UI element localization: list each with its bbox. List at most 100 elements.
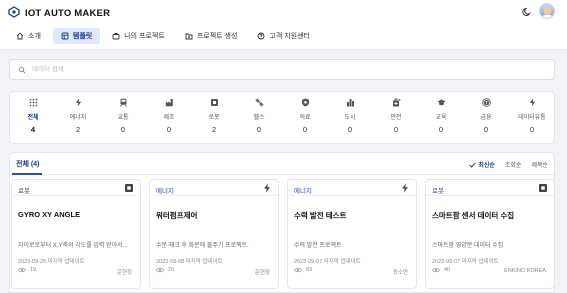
template-card[interactable]: 에너지 수력 발전 테스트 수력 발전 프로젝트 2023-09-07 마지막 … [287, 179, 417, 289]
shield-icon [301, 98, 310, 107]
category-data-distribution[interactable]: 데이터유통 0 [512, 98, 552, 134]
card-description: 스마트팜 영양분 데이터 수집 [432, 243, 504, 249]
category-label: 의료 [299, 115, 311, 121]
graduation-icon [437, 98, 446, 107]
category-medical[interactable]: 의료 0 [285, 98, 325, 134]
view-count: 83 [306, 267, 313, 273]
category-label: 도시 [344, 115, 356, 121]
card-views: 20 [156, 267, 174, 273]
category-robot[interactable]: 로봇 2 [194, 98, 234, 134]
city-icon [346, 98, 355, 107]
card-category: 에너지 [294, 188, 312, 195]
template-card[interactable]: 로봇 스마트팜 센서 데이터 수집 스마트팜 영양분 데이터 수집 2023-0… [425, 179, 555, 289]
category-label: 로봇 [208, 115, 220, 121]
app-title: IOT AUTO MAKER [25, 7, 111, 19]
card-views: 83 [294, 267, 312, 273]
nav-label: 고객 지원센터 [269, 33, 310, 40]
category-count: 4 [30, 125, 36, 134]
category-count: 0 [256, 125, 262, 134]
card-title: 워터펌프제어 [156, 211, 198, 220]
eye-icon [294, 267, 302, 273]
dark-mode-icon[interactable] [522, 7, 532, 17]
category-label: 에너지 [69, 115, 87, 121]
view-count: 40 [444, 267, 451, 273]
category-health[interactable]: 헬스 0 [239, 98, 279, 134]
category-count: 0 [166, 125, 172, 134]
chip-icon [210, 98, 219, 107]
card-title: 스마트팜 센서 데이터 수집 [432, 211, 515, 220]
chip-icon [124, 183, 134, 193]
card-title: GYRO XY ANGLE [18, 210, 81, 219]
sort-views[interactable]: 조회순 [505, 160, 522, 169]
category-finance[interactable]: 금융 0 [466, 98, 506, 134]
card-description: 수분 체크 후 화분에 물주기 프로젝트. [156, 243, 249, 249]
search-icon [18, 66, 26, 73]
dumbbell-icon [254, 98, 264, 107]
template-icon [61, 32, 69, 40]
card-title: 수력 발전 테스트 [294, 211, 347, 220]
chip-icon [538, 183, 548, 193]
card-author: 장소연 [392, 270, 408, 276]
coin-icon [481, 98, 491, 107]
category-count: 2 [75, 125, 81, 134]
category-filter: 전체 4 에너지 2 교통 0 제조 0 로봇 2 헬스 0 의료 0 도시 0… [9, 91, 555, 144]
nav-label: 나의 프로젝트 [124, 33, 165, 40]
category-all[interactable]: 전체 4 [13, 98, 53, 134]
category-count: 0 [120, 125, 126, 134]
factory-icon [165, 98, 174, 107]
category-city[interactable]: 도시 0 [330, 98, 370, 134]
card-views: 40 [432, 267, 450, 273]
main-nav: 소개 템플릿 나의 프로젝트 프로젝트 생성 고객 지원센터 [8, 28, 318, 44]
user-avatar[interactable] [539, 3, 555, 19]
nav-templates[interactable]: 템플릿 [52, 28, 101, 44]
nav-support[interactable]: 고객 지원센터 [249, 28, 318, 44]
card-author: 운현정 [116, 270, 132, 276]
card-description: 수력 발전 프로젝트 [294, 243, 342, 249]
category-label: 교통 [117, 115, 129, 121]
category-label: 제조 [163, 115, 175, 121]
bolt-icon [400, 183, 410, 193]
briefcase-icon [112, 33, 120, 40]
category-count: 0 [302, 125, 308, 134]
category-label: 전체 [27, 115, 39, 121]
nav-my-projects[interactable]: 나의 프로젝트 [104, 28, 173, 44]
app-header: IOT AUTO MAKER 소개 템플릿 나의 프로젝트 프로젝트 생성 고객… [0, 0, 567, 50]
template-card[interactable]: 에너지 워터펌프제어 수분 체크 후 화분에 물주기 프로젝트. 2023-09… [149, 179, 279, 289]
card-category: 로봇 [18, 188, 30, 195]
app-logo[interactable]: IOT AUTO MAKER [8, 6, 110, 20]
nav-intro[interactable]: 소개 [8, 28, 49, 44]
home-icon [16, 32, 24, 40]
template-card[interactable]: 로봇 GYRO XY ANGLE 자이로로부터 X,Y축의 각도를 입력 받아서… [11, 179, 141, 289]
card-updated: 2023-09-08 마지막 업데이트 [156, 259, 223, 265]
category-label: 헬스 [253, 115, 265, 121]
nav-create-project[interactable]: 프로젝트 생성 [177, 28, 246, 44]
category-safety[interactable]: 안전 0 [376, 98, 416, 134]
logo-icon [8, 6, 20, 20]
category-count: 0 [483, 125, 489, 134]
category-transport[interactable]: 교통 0 [103, 98, 143, 134]
tab-all[interactable]: 전체 (4) [16, 159, 39, 169]
search-input[interactable] [32, 66, 554, 73]
safety-icon [392, 98, 401, 107]
list-tabs: 전체 (4) 최신순 조회순 제목순 [10, 153, 554, 175]
bolt-icon [262, 183, 272, 193]
category-label: 교육 [435, 115, 447, 121]
sort-title[interactable]: 제목순 [531, 160, 548, 169]
category-manufacturing[interactable]: 제조 0 [149, 98, 189, 134]
eye-icon [432, 267, 440, 273]
category-label: 금융 [480, 115, 492, 121]
tab-active-indicator [12, 173, 42, 175]
sort-options: 최신순 조회순 제목순 [469, 160, 548, 169]
category-count: 0 [393, 125, 399, 134]
nav-label: 템플릿 [72, 33, 93, 40]
eye-icon [18, 267, 26, 273]
category-label: 안전 [390, 115, 402, 121]
folder-plus-icon [185, 33, 193, 40]
grid-icon [29, 98, 38, 107]
category-energy[interactable]: 에너지 2 [58, 98, 98, 134]
category-count: 0 [529, 125, 535, 134]
card-author: ENKINO KOREA [504, 268, 546, 274]
category-count: 0 [438, 125, 444, 134]
category-education[interactable]: 교육 0 [421, 98, 461, 134]
sort-latest[interactable]: 최신순 [469, 160, 495, 169]
